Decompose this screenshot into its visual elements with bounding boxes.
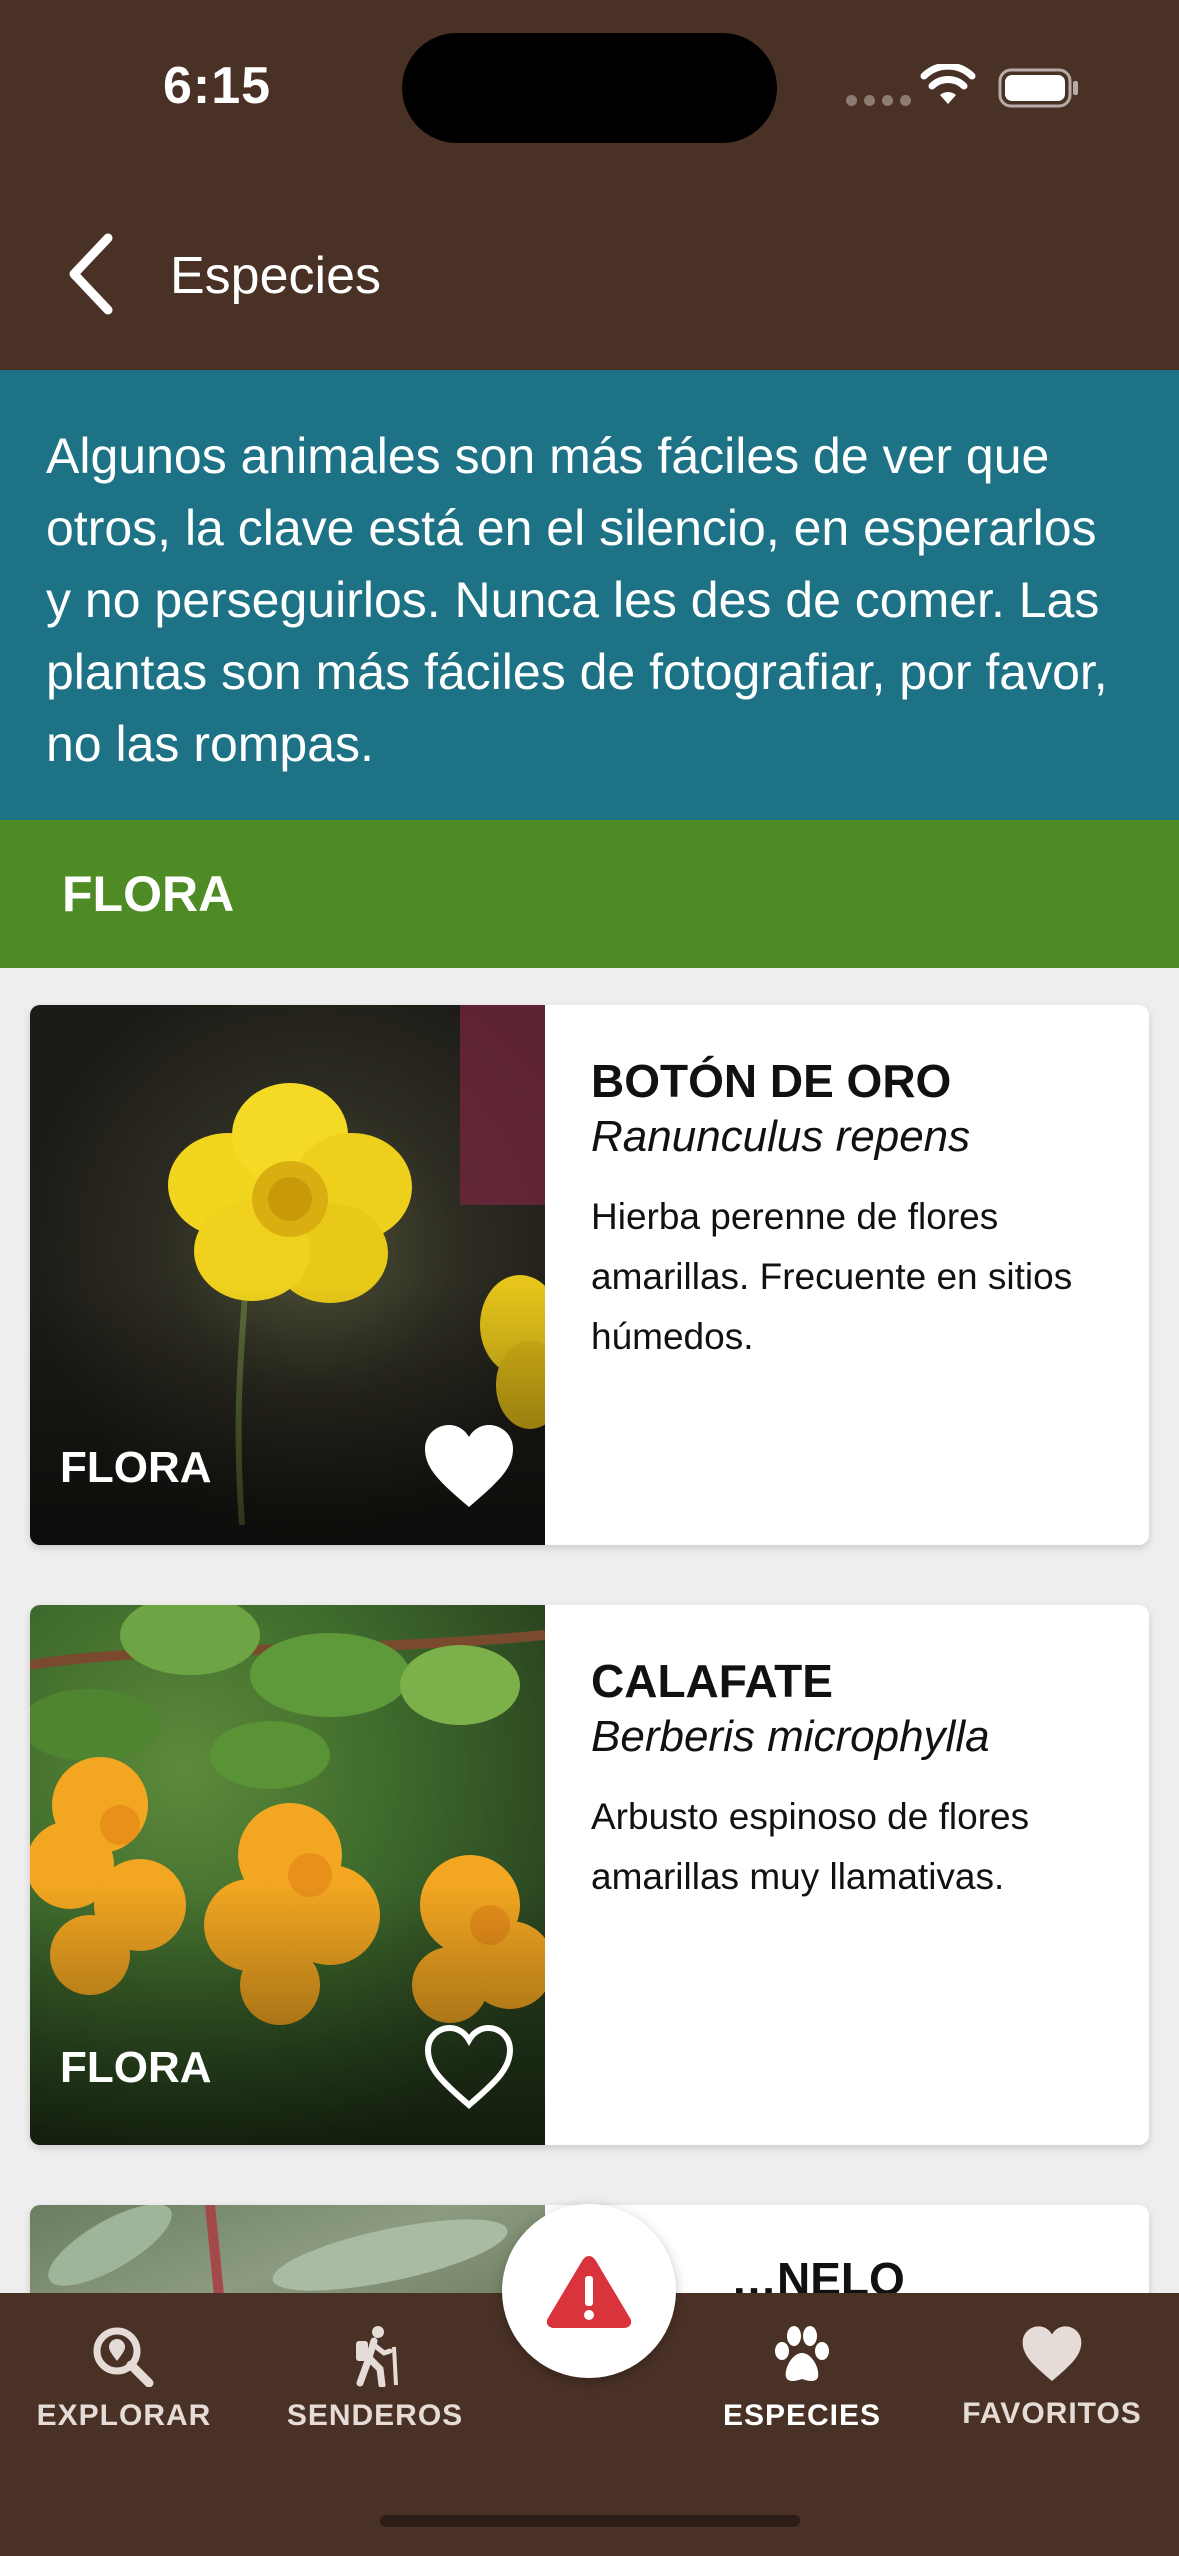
favorite-heart-filled-icon[interactable] <box>421 1423 517 1513</box>
intro-text: Algunos animales son más fáciles de ver … <box>46 428 1108 772</box>
dynamic-island <box>402 33 777 143</box>
species-scientific-name: Ranunculus repens <box>591 1112 971 1161</box>
species-name: CALAFATE <box>591 1655 833 1707</box>
species-description: Arbusto espinoso de flores amarillas muy… <box>591 1796 1030 1897</box>
species-card[interactable]: FLORA BOTÓN DE ORO Ranunculus repens Hie… <box>30 1005 1149 1545</box>
heart-icon <box>1022 2326 1082 2381</box>
species-photo: FLORA <box>30 1005 545 1545</box>
section-title: FLORA <box>62 866 235 922</box>
top-bar: 6:15 Especies <box>0 0 1179 370</box>
tab-label: ESPECIES <box>722 2399 882 2432</box>
cellular-signal-icon <box>846 95 911 106</box>
hiker-icon <box>356 2326 398 2387</box>
battery-icon <box>998 68 1078 108</box>
back-button[interactable] <box>64 226 134 322</box>
species-name: BOTÓN DE ORO <box>591 1055 952 1107</box>
alert-button[interactable] <box>502 2204 676 2378</box>
chevron-left-icon <box>69 233 113 315</box>
warning-icon <box>546 2256 632 2328</box>
tab-label: EXPLORAR <box>36 2399 212 2432</box>
wifi-icon <box>920 64 976 104</box>
page-title: Especies <box>170 247 381 305</box>
intro-banner: Algunos animales son más fáciles de ver … <box>0 370 1179 820</box>
tab-label: FAVORITOS <box>962 2397 1142 2430</box>
status-time: 6:15 <box>163 57 272 115</box>
tab-senderos[interactable]: SENDEROS <box>275 2325 475 2433</box>
search-location-icon <box>93 2327 154 2387</box>
tab-favoritos[interactable]: FAVORITOS <box>952 2325 1152 2431</box>
tab-explorar[interactable]: EXPLORAR <box>24 2325 224 2433</box>
species-description: Hierba perenne de flores amarillas. Frec… <box>591 1196 1073 1357</box>
species-info: BOTÓN DE ORO Ranunculus repens Hierba pe… <box>545 1005 1149 1545</box>
species-photo: FLORA <box>30 1605 545 2145</box>
home-indicator <box>380 2515 800 2527</box>
paw-icon <box>775 2326 829 2381</box>
species-card[interactable]: FLORA CALAFATE Berberis microphylla Arbu… <box>30 1605 1149 2145</box>
tab-especies[interactable]: ESPECIES <box>702 2325 902 2433</box>
category-tag: FLORA <box>60 2043 212 2092</box>
favorite-heart-outline-icon[interactable] <box>421 2023 517 2113</box>
species-scientific-name: Berberis microphylla <box>591 1712 990 1761</box>
category-tag: FLORA <box>60 1443 212 1492</box>
tab-label: SENDEROS <box>286 2399 464 2432</box>
species-info: CALAFATE Berberis microphylla Arbusto es… <box>545 1605 1149 2145</box>
section-header-flora: FLORA <box>0 820 1179 968</box>
